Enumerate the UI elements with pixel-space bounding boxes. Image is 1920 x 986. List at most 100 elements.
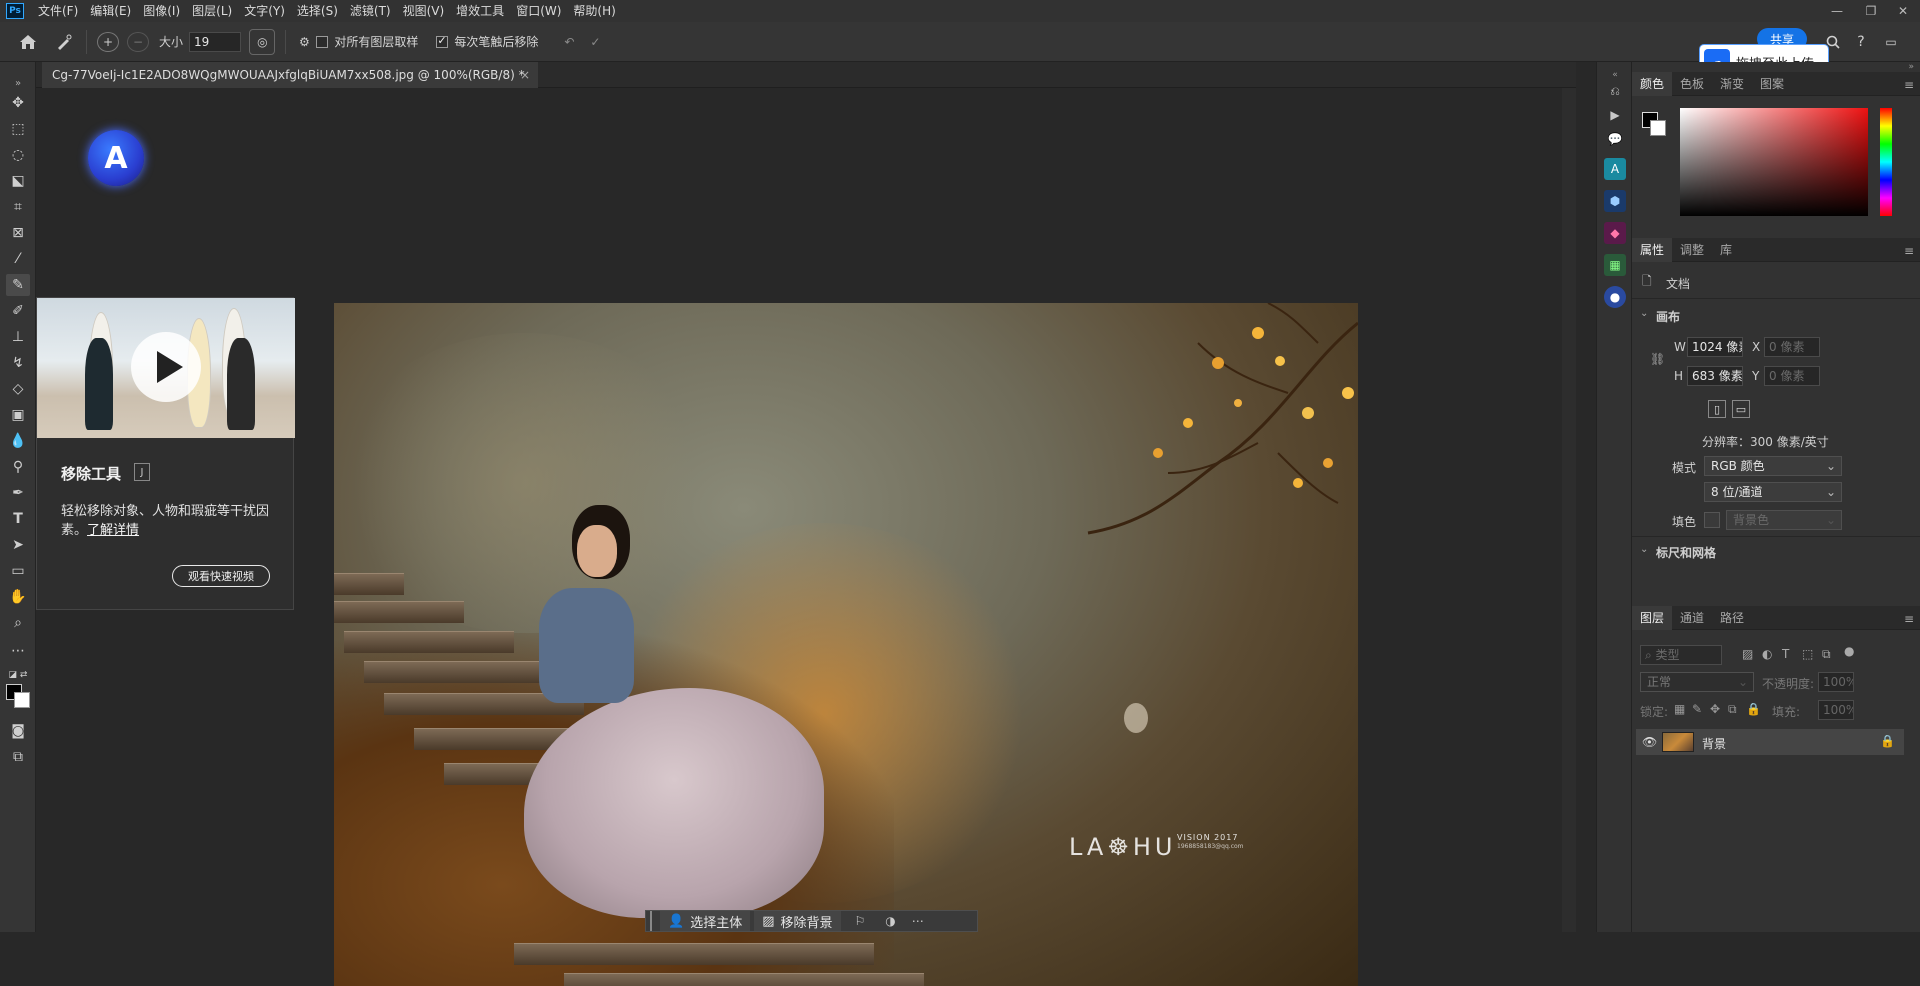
filter-pixel-icon[interactable]: ▨ [1742, 647, 1753, 661]
zoom-tool-icon[interactable]: ⌕ [6, 612, 30, 634]
plugin-icon-4[interactable]: ▦ [1604, 254, 1626, 276]
rectangle-tool-icon[interactable]: ▭ [6, 560, 30, 582]
menu-plugins[interactable]: 增效工具 [450, 0, 510, 22]
fill-opacity-field[interactable]: 100% [1818, 700, 1854, 720]
color-panel-background-swatch[interactable] [1650, 120, 1666, 136]
remove-background-button[interactable]: ▨ 移除背景 [754, 911, 841, 931]
stamp-tool-icon[interactable]: ⊥ [6, 326, 30, 348]
type-tool-icon[interactable]: T [6, 508, 30, 530]
menu-image[interactable]: 图像(I) [137, 0, 186, 22]
plugin-icon-3[interactable]: ◆ [1604, 222, 1626, 244]
tab-gradients[interactable]: 渐变 [1712, 72, 1752, 96]
menu-edit[interactable]: 编辑(E) [84, 0, 137, 22]
move-tool-icon[interactable]: ✥ [6, 92, 30, 114]
tab-color[interactable]: 颜色 [1632, 71, 1673, 96]
menu-type[interactable]: 文字(Y) [238, 0, 291, 22]
mode-select[interactable]: RGB 颜色 ⌄ [1704, 456, 1842, 476]
tab-channels[interactable]: 通道 [1672, 606, 1712, 630]
filter-adjustment-icon[interactable]: ◐ [1762, 647, 1772, 661]
close-icon[interactable]: ✕ [1886, 0, 1920, 22]
default-colors-icon[interactable]: ◪ ⇄ [6, 664, 30, 686]
screen-mode-icon[interactable]: ⧉ [6, 746, 30, 768]
plugin-icon-2[interactable]: ⬢ [1604, 190, 1626, 212]
more-tools-icon[interactable]: ⋯ [6, 640, 30, 662]
filter-toggle-icon[interactable]: ● [1844, 644, 1854, 658]
hue-slider[interactable] [1880, 108, 1892, 216]
canvas-vertical-scrollbar[interactable] [1562, 88, 1576, 932]
workspace-icon[interactable]: ▭ [1880, 29, 1902, 55]
learn-more-link[interactable]: 了解详情 [87, 523, 139, 538]
tab-paths[interactable]: 路径 [1712, 606, 1752, 630]
close-tab-icon[interactable]: × [520, 68, 530, 82]
object-select-tool-icon[interactable]: ⬕ [6, 170, 30, 192]
actions-play-icon[interactable]: ▶ [1604, 104, 1626, 126]
lock-position-icon[interactable]: ✥ [1710, 702, 1720, 716]
eraser-tool-icon[interactable]: ◇ [6, 378, 30, 400]
subtract-mode-icon[interactable]: − [127, 31, 149, 52]
minimize-icon[interactable]: — [1820, 0, 1854, 22]
sample-all-layers-checkbox[interactable] [316, 35, 329, 48]
floating-app-logo-icon[interactable]: A [88, 130, 144, 186]
gear-icon[interactable]: ⚙ [292, 29, 316, 55]
menu-file[interactable]: 文件(F) [32, 0, 84, 22]
menu-filter[interactable]: 滤镜(T) [344, 0, 397, 22]
width-field[interactable]: 1024 像素 [1687, 337, 1743, 357]
landscape-orientation-icon[interactable]: ▭ [1732, 400, 1750, 418]
history-brush-tool-icon[interactable]: ↯ [6, 352, 30, 374]
tab-adjustments[interactable]: 调整 [1672, 238, 1712, 262]
tab-libraries[interactable]: 库 [1712, 238, 1740, 262]
filter-smart-object-icon[interactable]: ⧉ [1822, 647, 1831, 662]
undo-stroke-icon[interactable]: ↶ [556, 29, 582, 55]
chevron-down-icon[interactable]: ⌄ [1640, 544, 1648, 555]
gradient-tool-icon[interactable]: ▣ [6, 404, 30, 426]
chevron-down-icon[interactable]: ⌄ [1640, 308, 1648, 319]
fill-select[interactable]: 背景色 ⌄ [1726, 510, 1842, 530]
color-picker-field[interactable] [1680, 108, 1868, 216]
comments-icon[interactable]: 💬 [1604, 128, 1626, 150]
marquee-tool-icon[interactable]: ⬚ [6, 118, 30, 140]
lock-all-icon[interactable]: 🔒 [1746, 702, 1761, 716]
link-dimensions-icon[interactable]: ⛓ [1650, 352, 1665, 366]
background-color-swatch[interactable] [14, 692, 30, 708]
panel-menu-icon[interactable]: ≡ [1904, 78, 1914, 92]
tab-swatches[interactable]: 色板 [1672, 72, 1712, 96]
remove-tool-preset-icon[interactable] [48, 29, 80, 55]
size-input[interactable]: 19 [189, 31, 242, 52]
tab-layers[interactable]: 图层 [1632, 605, 1673, 630]
plugin-icon-5[interactable]: ● [1604, 286, 1626, 308]
remove-tool-icon[interactable]: ✎ [6, 274, 30, 296]
remove-after-stroke-checkbox[interactable] [436, 34, 449, 48]
layer-filter-search[interactable]: ⌕ 类型 [1640, 645, 1722, 665]
brush-tool-icon[interactable]: ✐ [6, 300, 30, 322]
pen-tool-icon[interactable]: ✒ [6, 482, 30, 504]
home-icon[interactable] [8, 29, 48, 55]
frame-tool-icon[interactable]: ⊠ [6, 222, 30, 244]
restore-icon[interactable]: ❐ [1854, 0, 1888, 22]
pressure-size-icon[interactable]: ◎ [249, 28, 276, 55]
portrait-orientation-icon[interactable]: ▯ [1708, 400, 1726, 418]
tab-properties[interactable]: 属性 [1632, 237, 1673, 262]
watch-video-button[interactable]: 观看快速视频 [172, 565, 270, 587]
help-icon[interactable]: ? [1850, 29, 1872, 55]
more-options-icon[interactable]: ⋯ [912, 914, 924, 928]
filter-type-icon[interactable]: T [1782, 647, 1789, 661]
hand-tool-icon[interactable]: ✋ [6, 586, 30, 608]
menu-select[interactable]: 选择(S) [291, 0, 344, 22]
pin-icon[interactable]: ⚐ [855, 914, 866, 928]
layer-row[interactable]: 👁 背景 🔒 [1636, 729, 1904, 755]
height-field[interactable]: 683 像素 [1687, 366, 1743, 386]
menu-view[interactable]: 视图(V) [397, 0, 451, 22]
path-select-tool-icon[interactable]: ➤ [6, 534, 30, 556]
document-image[interactable]: LA☸HU VISION 2017 1968858183@qq.com [334, 303, 1358, 986]
y-field[interactable]: 0 像素 [1764, 366, 1820, 386]
bit-depth-select[interactable]: 8 位/通道 ⌄ [1704, 482, 1842, 502]
tab-patterns[interactable]: 图案 [1752, 72, 1792, 96]
fill-color-swatch[interactable] [1704, 512, 1720, 528]
tooltip-video-thumbnail[interactable] [37, 298, 295, 438]
menu-help[interactable]: 帮助(H) [567, 0, 621, 22]
lock-icon[interactable]: 🔒 [1880, 734, 1895, 748]
add-mode-icon[interactable]: + [97, 31, 119, 52]
eyedropper-tool-icon[interactable]: ⁄ [6, 248, 30, 270]
panel-menu-icon[interactable]: ≡ [1904, 244, 1914, 258]
history-icon[interactable]: ⎌ [1604, 80, 1626, 102]
